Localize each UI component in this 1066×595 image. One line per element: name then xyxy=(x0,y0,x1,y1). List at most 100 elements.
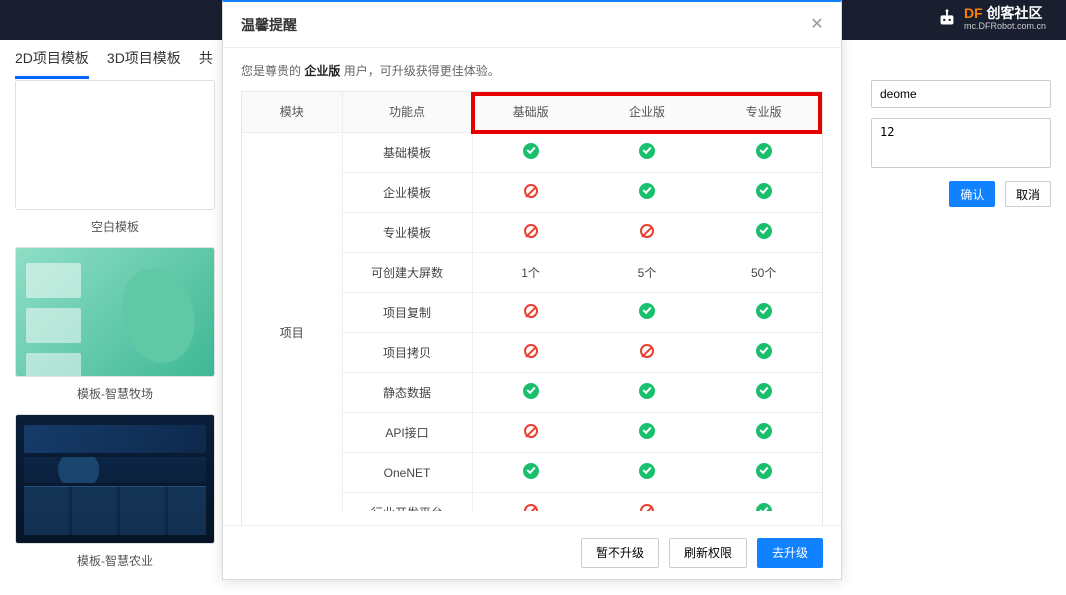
forbid-icon xyxy=(524,224,538,238)
template-thumb xyxy=(15,414,215,544)
feature-cell: 项目复制 xyxy=(342,293,472,333)
name-field[interactable] xyxy=(871,80,1051,108)
feature-table: 项目基础模板企业模板专业模板可创建大屏数1个5个50个项目复制项目拷贝静态数据A… xyxy=(242,133,822,511)
template-list: 空白模板 模板-智慧牧场 模板-智慧农业 xyxy=(15,80,215,581)
basic-cell xyxy=(472,453,589,493)
cancel-button[interactable]: 取消 xyxy=(1005,181,1051,207)
template-card-agri[interactable]: 模板-智慧农业 xyxy=(15,414,215,569)
check-icon xyxy=(756,423,772,439)
feature-header-table: 模块 功能点 基础版 企业版 专业版 xyxy=(242,92,822,133)
ent-cell xyxy=(589,373,706,413)
feature-cell: 静态数据 xyxy=(342,373,472,413)
basic-cell xyxy=(472,173,589,213)
template-card-blank[interactable]: 空白模板 xyxy=(15,80,215,235)
confirm-button[interactable]: 确认 xyxy=(949,181,995,207)
ent-cell xyxy=(589,333,706,373)
basic-cell xyxy=(472,333,589,373)
modal-title: 温馨提醒 xyxy=(241,15,297,35)
col-enterprise: 企业版 xyxy=(589,92,706,132)
feature-cell: 企业模板 xyxy=(342,173,472,213)
forbid-icon xyxy=(524,184,538,198)
brand-logo: DF 创客社区 mc.DFRobot.com.cn xyxy=(936,6,1046,31)
cell-text: 50个 xyxy=(751,266,776,280)
template-label: 空白模板 xyxy=(15,218,215,235)
ent-cell xyxy=(589,213,706,253)
desc-field[interactable] xyxy=(871,118,1051,168)
feature-cell: 行业开发平台 xyxy=(342,493,472,511)
check-icon xyxy=(756,303,772,319)
feature-cell: 可创建大屏数 xyxy=(342,253,472,293)
feature-cell: 基础模板 xyxy=(342,133,472,173)
ent-cell xyxy=(589,173,706,213)
pro-cell xyxy=(705,213,822,253)
basic-cell xyxy=(472,493,589,511)
template-thumb xyxy=(15,247,215,377)
check-icon xyxy=(756,383,772,399)
refresh-button[interactable]: 刷新权限 xyxy=(669,538,747,568)
check-icon xyxy=(756,183,772,199)
template-tabs: 2D项目模板 3D项目模板 共 xyxy=(15,40,213,79)
pro-cell xyxy=(705,173,822,213)
ent-cell xyxy=(589,413,706,453)
upgrade-button[interactable]: 去升级 xyxy=(757,538,823,568)
cell-text: 5个 xyxy=(638,266,657,280)
check-icon xyxy=(756,223,772,239)
template-thumb xyxy=(15,80,215,210)
check-icon xyxy=(639,423,655,439)
ent-cell xyxy=(589,493,706,511)
pro-cell: 50个 xyxy=(705,253,822,293)
check-icon xyxy=(756,503,772,511)
right-panel: 确认 取消 xyxy=(871,80,1051,207)
col-pro: 专业版 xyxy=(705,92,822,132)
check-icon xyxy=(756,143,772,159)
brand-text: 创客社区 xyxy=(987,6,1043,20)
feature-table-scroll[interactable]: 项目基础模板企业模板专业模板可创建大屏数1个5个50个项目复制项目拷贝静态数据A… xyxy=(242,133,822,511)
table-row: 项目基础模板 xyxy=(242,133,822,173)
check-icon xyxy=(639,463,655,479)
ent-cell xyxy=(589,133,706,173)
basic-cell xyxy=(472,373,589,413)
ent-cell: 5个 xyxy=(589,253,706,293)
template-label: 模板-智慧农业 xyxy=(15,552,215,569)
forbid-icon xyxy=(524,304,538,318)
check-icon xyxy=(523,463,539,479)
modal-footer: 暂不升级 刷新权限 去升级 xyxy=(223,525,841,579)
basic-cell xyxy=(472,133,589,173)
feature-cell: OneNET xyxy=(342,453,472,493)
forbid-icon xyxy=(524,424,538,438)
ent-cell xyxy=(589,293,706,333)
forbid-icon xyxy=(640,224,654,238)
check-icon xyxy=(756,343,772,359)
later-button[interactable]: 暂不升级 xyxy=(581,538,659,568)
ent-cell xyxy=(589,453,706,493)
forbid-icon xyxy=(640,344,654,358)
close-icon[interactable]: ✕ xyxy=(807,14,827,34)
feature-cell: API接口 xyxy=(342,413,472,453)
pro-cell xyxy=(705,493,822,511)
check-icon xyxy=(639,183,655,199)
module-cell: 项目 xyxy=(242,133,342,511)
feature-cell: 项目拷贝 xyxy=(342,333,472,373)
basic-cell xyxy=(472,293,589,333)
col-basic: 基础版 xyxy=(472,92,589,132)
col-module: 模块 xyxy=(242,92,342,132)
cell-text: 1个 xyxy=(521,266,540,280)
pro-cell xyxy=(705,133,822,173)
pro-cell xyxy=(705,293,822,333)
check-icon xyxy=(523,143,539,159)
brand-sub: mc.DFRobot.com.cn xyxy=(964,22,1046,31)
tab-shared[interactable]: 共 xyxy=(199,40,213,79)
modal-subtitle: 您是尊贵的 企业版 用户，可升级获得更佳体验。 xyxy=(241,62,823,79)
feature-table-wrap: 模块 功能点 基础版 企业版 专业版 项目基础模板企业模板专业模板可创建大屏数1… xyxy=(241,91,823,525)
modal-header: 温馨提醒 ✕ xyxy=(223,2,841,48)
col-feature: 功能点 xyxy=(342,92,472,132)
template-label: 模板-智慧牧场 xyxy=(15,385,215,402)
tab-3d[interactable]: 3D项目模板 xyxy=(107,40,181,79)
template-card-farm[interactable]: 模板-智慧牧场 xyxy=(15,247,215,402)
check-icon xyxy=(639,143,655,159)
upgrade-modal: 温馨提醒 ✕ 您是尊贵的 企业版 用户，可升级获得更佳体验。 模块 功能点 基础… xyxy=(222,0,842,580)
robot-icon xyxy=(936,8,958,30)
tab-2d[interactable]: 2D项目模板 xyxy=(15,40,89,79)
pro-cell xyxy=(705,373,822,413)
forbid-icon xyxy=(640,504,654,511)
